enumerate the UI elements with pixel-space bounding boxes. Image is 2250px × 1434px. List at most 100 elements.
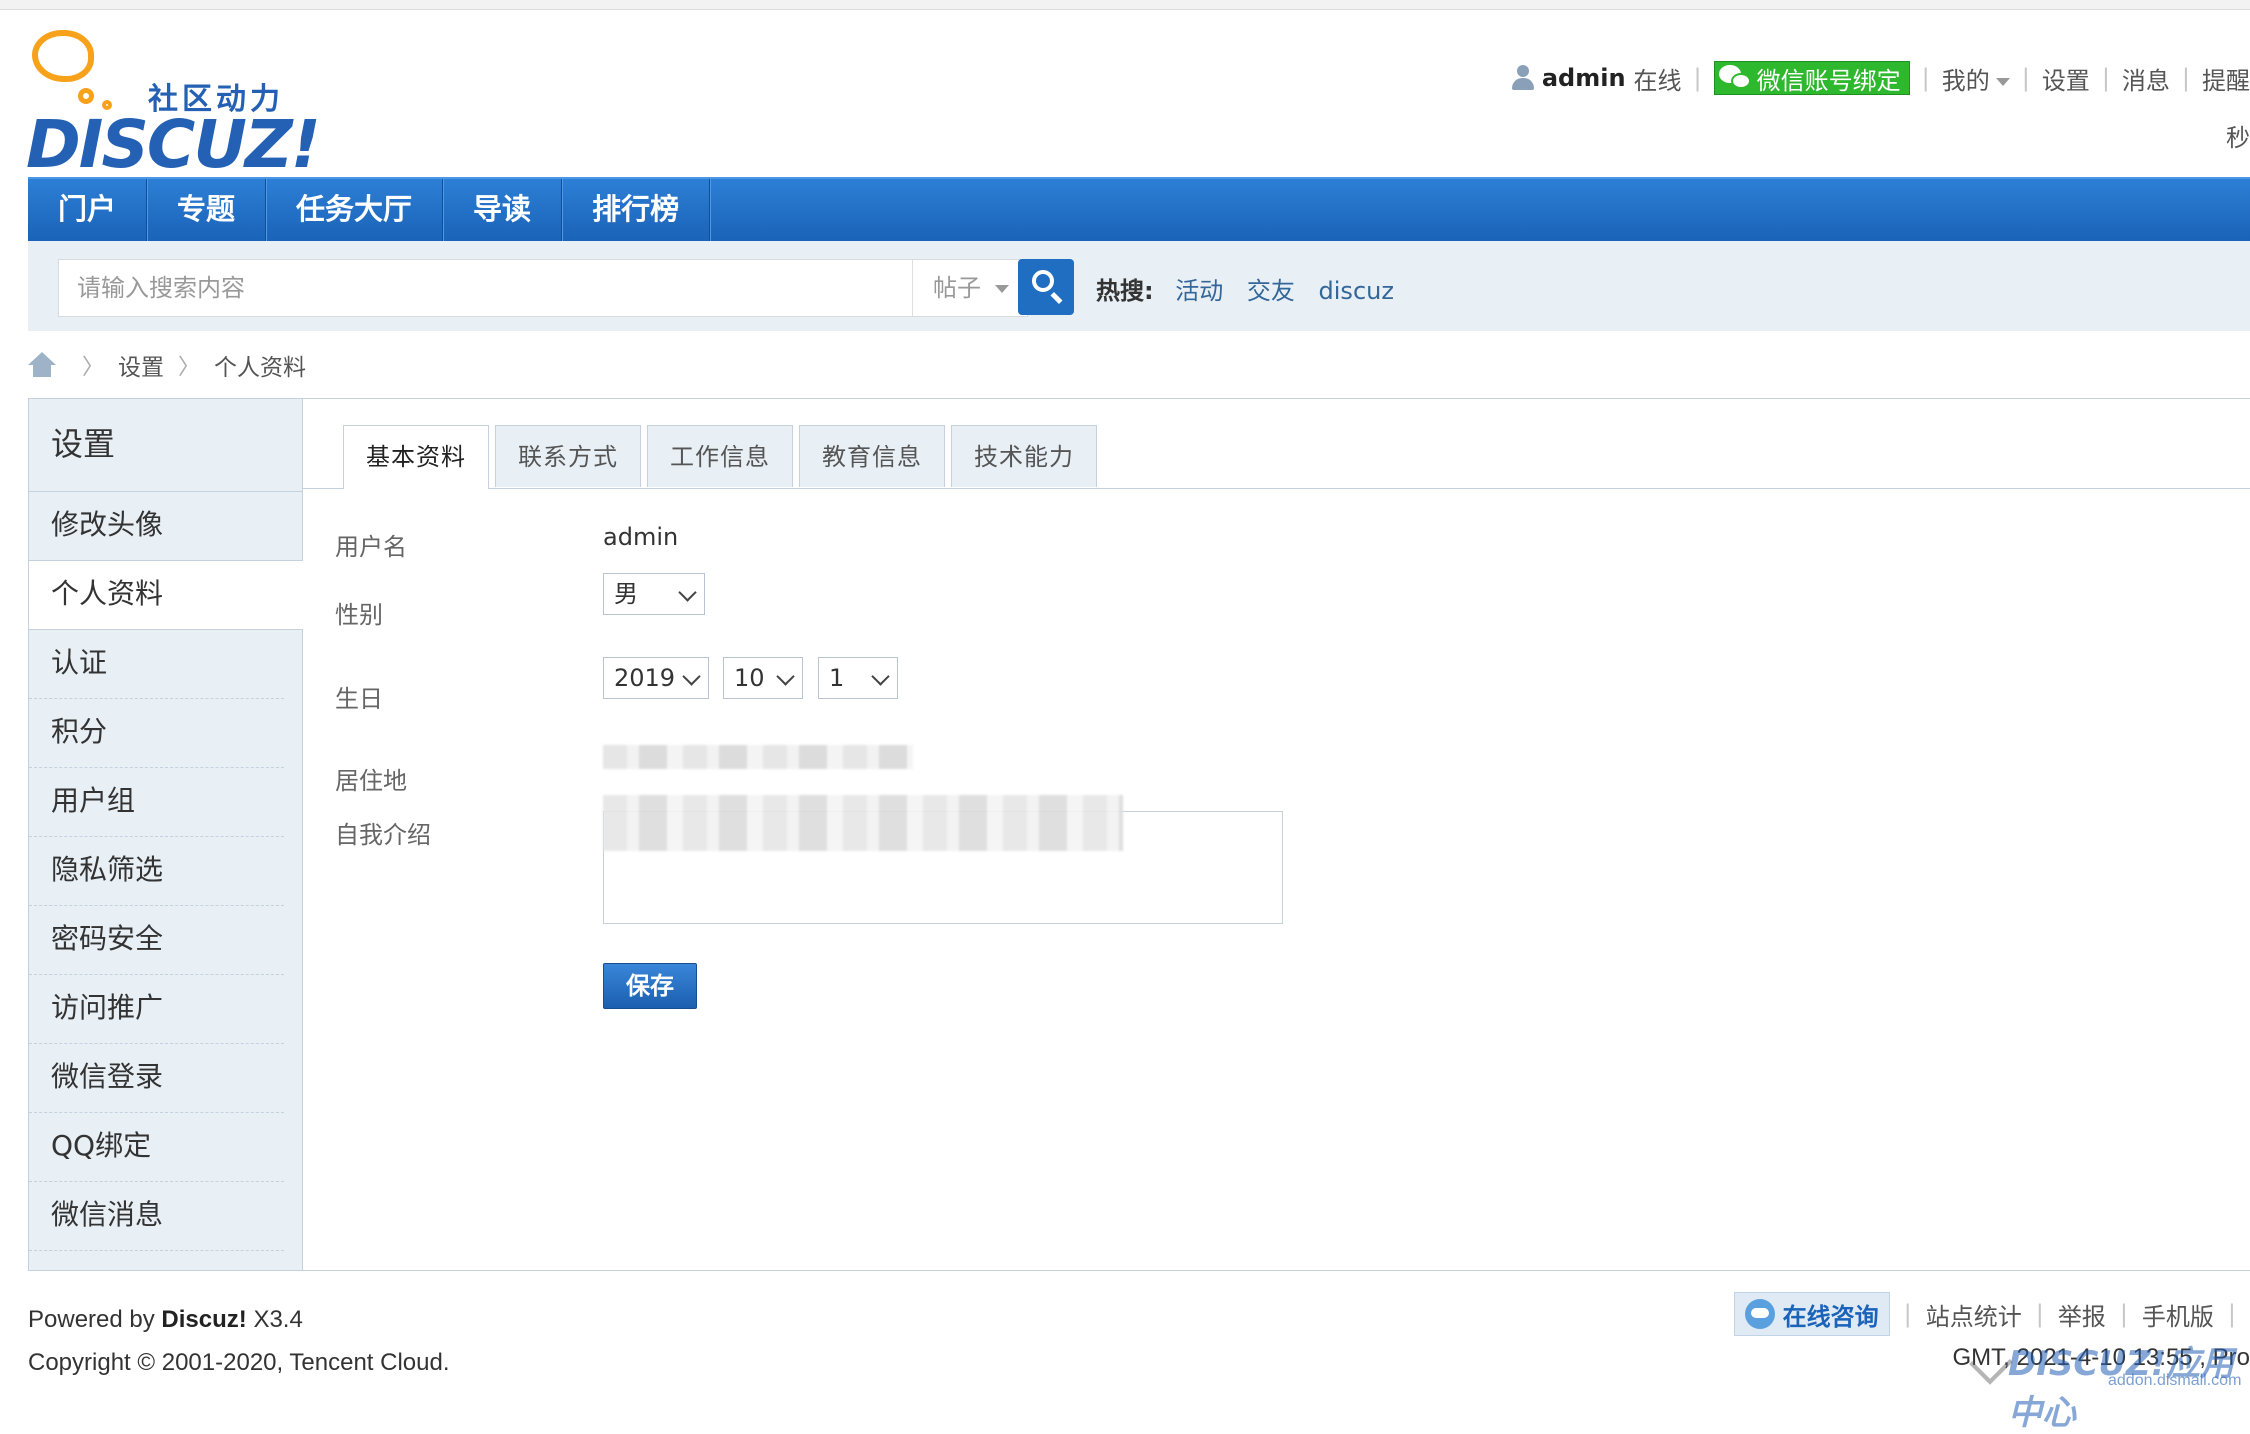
- sidebar-item-profile[interactable]: 个人资料: [29, 560, 303, 630]
- tab-education[interactable]: 教育信息: [799, 425, 945, 487]
- settings-link[interactable]: 设置: [2042, 61, 2090, 96]
- my-menu-link[interactable]: 我的: [1942, 61, 2010, 96]
- nav-item-ranking[interactable]: 排行榜: [562, 179, 710, 241]
- search-bar: 帖子 热搜: 活动 交友 discuz: [28, 241, 2250, 331]
- username-value: admin: [603, 523, 678, 551]
- hot-search: 热搜: 活动 交友 discuz: [1096, 271, 1410, 306]
- sidebar-item-promotion[interactable]: 访问推广: [29, 975, 284, 1044]
- site-stats-link[interactable]: 站点统计: [1926, 1297, 2022, 1332]
- breadcrumb-settings[interactable]: 设置: [118, 348, 164, 382]
- profile-content: 基本资料 联系方式 工作信息 教育信息 技术能力 用户名 admin 性别 男 …: [303, 399, 2250, 1270]
- my-menu-label: 我的: [1942, 67, 1990, 95]
- settings-sidebar: 设置 修改头像 个人资料 认证 积分 用户组 隐私筛选 密码安全 访问推广 微信…: [29, 399, 303, 1270]
- divider: |: [2102, 64, 2110, 92]
- tab-divider: [303, 488, 2250, 489]
- chevron-down-icon: [1996, 78, 2010, 86]
- save-button[interactable]: 保存: [603, 963, 697, 1009]
- hot-search-link[interactable]: discuz: [1319, 277, 1394, 305]
- wechat-icon: [1719, 65, 1753, 91]
- divider: |: [2022, 64, 2030, 92]
- divider: |: [1904, 1300, 1912, 1328]
- copyright-text: Copyright © 2001-2020, Tencent Cloud.: [28, 1341, 450, 1384]
- residence-label: 居住地: [335, 761, 407, 796]
- chevron-down-icon: [678, 583, 696, 601]
- search-box: 帖子: [58, 259, 1028, 317]
- chevron-down-icon: [871, 667, 889, 685]
- nav-item-guide[interactable]: 导读: [443, 179, 562, 241]
- sidebar-item-wechat-message[interactable]: 微信消息: [29, 1182, 284, 1251]
- sidebar-item-verify[interactable]: 认证: [29, 630, 284, 699]
- chevron-down-icon: [682, 667, 700, 685]
- divider: |: [2182, 64, 2190, 92]
- sidebar-item-usergroup[interactable]: 用户组: [29, 768, 284, 837]
- username-label: 用户名: [335, 527, 407, 562]
- report-link[interactable]: 举报: [2058, 1297, 2106, 1332]
- residence-selects-blurred[interactable]: [603, 745, 913, 769]
- sidebar-item-credits[interactable]: 积分: [29, 699, 284, 768]
- search-input[interactable]: [59, 260, 912, 316]
- hot-search-link[interactable]: 交友: [1247, 277, 1295, 305]
- gender-select-value: 男: [614, 580, 638, 608]
- username-link[interactable]: admin: [1542, 64, 1626, 92]
- messages-link[interactable]: 消息: [2122, 61, 2170, 96]
- powered-by-line: Powered by Discuz! X3.4: [28, 1298, 450, 1341]
- wechat-bind-label: 微信账号绑定: [1757, 61, 1901, 96]
- search-type-label: 帖子: [933, 274, 981, 302]
- hot-search-label: 热搜:: [1096, 277, 1154, 305]
- wechat-bind-button[interactable]: 微信账号绑定: [1714, 61, 1910, 95]
- birth-year-select[interactable]: 2019: [603, 657, 709, 699]
- birth-year-value: 2019: [614, 664, 675, 692]
- chat-icon: [1745, 1299, 1775, 1329]
- site-logo[interactable]: 社区动力 DISCUZ!: [26, 30, 296, 170]
- mobile-version-link[interactable]: 手机版: [2142, 1297, 2214, 1332]
- logo-brand: DISCUZ!: [26, 106, 319, 183]
- gender-label: 性别: [335, 595, 383, 630]
- top-border: [0, 0, 2250, 10]
- birthday-label: 生日: [335, 679, 383, 714]
- nav-item-portal[interactable]: 门户: [28, 179, 147, 241]
- birth-day-value: 1: [829, 664, 844, 692]
- main-nav: 门户 专题 任务大厅 导读 排行榜: [28, 177, 2250, 241]
- footer-links: 在线咨询 | 站点统计 | 举报 | 手机版 |: [1734, 1292, 2250, 1336]
- watermark-site: addon.dismall.com: [2108, 1372, 2241, 1390]
- chevron-down-icon: [995, 285, 1009, 293]
- sidebar-item-avatar[interactable]: 修改头像: [29, 492, 284, 561]
- logo-bubble-dot-icon: [78, 88, 94, 104]
- nav-item-topics[interactable]: 专题: [147, 179, 266, 241]
- powered-by-version: X3.4: [253, 1306, 302, 1333]
- logo-bubble-icon: [32, 30, 94, 82]
- search-button[interactable]: [1018, 259, 1074, 315]
- powered-by-brand[interactable]: Discuz!: [161, 1306, 246, 1333]
- bio-toolbar-blurred: [603, 795, 1123, 851]
- sidebar-item-wechat-login[interactable]: 微信登录: [29, 1044, 284, 1113]
- gender-select[interactable]: 男: [603, 573, 705, 615]
- breadcrumb: 〉 设置 〉 个人资料: [28, 348, 306, 382]
- online-consult-button[interactable]: 在线咨询: [1734, 1292, 1890, 1336]
- search-type-select[interactable]: 帖子: [912, 260, 1027, 316]
- breadcrumb-separator-icon: 〉: [178, 349, 200, 381]
- tab-contact[interactable]: 联系方式: [495, 425, 641, 487]
- tab-work[interactable]: 工作信息: [647, 425, 793, 487]
- breadcrumb-separator-icon: 〉: [82, 349, 104, 381]
- divider: |: [1694, 64, 1702, 92]
- search-icon: [1032, 270, 1054, 292]
- breadcrumb-profile: 个人资料: [214, 348, 306, 382]
- sidebar-item-qq-bind[interactable]: QQ绑定: [29, 1113, 284, 1182]
- powered-by-prefix: Powered by: [28, 1306, 155, 1333]
- tab-basic-info[interactable]: 基本资料: [343, 425, 489, 489]
- tab-skills[interactable]: 技术能力: [951, 425, 1097, 487]
- server-time-text: GMT, 2021-4-10 13:55 , Pro: [1953, 1344, 2250, 1372]
- nav-item-task-hall[interactable]: 任务大厅: [266, 179, 443, 241]
- hot-search-link[interactable]: 活动: [1175, 277, 1223, 305]
- user-bar: admin 在线 | 微信账号绑定 | 我的 | 设置 | 消息 | 提醒: [1512, 58, 2250, 98]
- notifications-link[interactable]: 提醒: [2202, 61, 2250, 96]
- birth-month-select[interactable]: 10: [723, 657, 803, 699]
- user-bar-overflow-text: 秒: [2226, 118, 2250, 153]
- birth-month-value: 10: [734, 664, 765, 692]
- sidebar-item-privacy[interactable]: 隐私筛选: [29, 837, 284, 906]
- chevron-down-icon: [776, 667, 794, 685]
- sidebar-item-password[interactable]: 密码安全: [29, 906, 284, 975]
- online-status: 在线: [1634, 61, 1682, 96]
- home-icon[interactable]: [28, 352, 56, 378]
- birth-day-select[interactable]: 1: [818, 657, 898, 699]
